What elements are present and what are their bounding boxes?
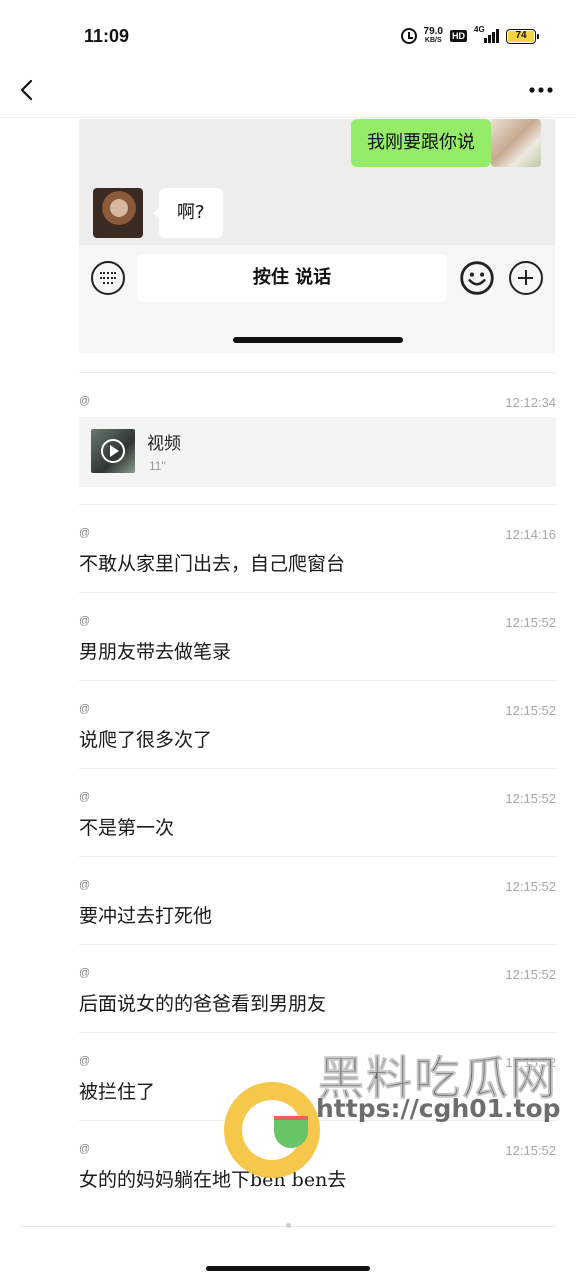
message-text: 女的的妈妈躺在地下ben ben去 <box>79 1169 347 1191</box>
signal-icon: 4G <box>474 25 499 43</box>
avatar <box>491 119 541 167</box>
plus-icon <box>509 261 543 295</box>
list-item: @ 12:14:16 不敢从家里门出去，自己爬窗台 <box>79 504 556 592</box>
timestamp: 12:15:52 <box>505 879 556 894</box>
embedded-chat-area: 我刚要跟你说 啊? <box>79 119 555 245</box>
watermark-logo <box>224 1082 320 1178</box>
more-dots-icon[interactable] <box>528 78 554 102</box>
play-icon[interactable] <box>101 439 125 463</box>
sender-label: @ <box>79 1143 91 1155</box>
watermark-url: https://cgh01.top <box>316 1094 561 1123</box>
sender-label: @ <box>79 879 91 891</box>
outgoing-message-bubble: 我刚要跟你说 <box>351 119 497 167</box>
alarm-icon <box>400 28 417 44</box>
timestamp: 12:15:52 <box>505 615 556 630</box>
timestamp: 12:15:52 <box>505 791 556 806</box>
sender-label: @ <box>79 1055 91 1067</box>
list-item: @ 12:15:52 后面说女的的爸爸看到男朋友 <box>79 944 556 1032</box>
list-item: @ 12:15:52 要冲过去打死他 <box>79 856 556 944</box>
video-thumbnail[interactable] <box>91 429 135 473</box>
sender-label: @ <box>79 791 91 803</box>
message-text: 说爬了很多次了 <box>79 729 213 751</box>
record-item-video: @ 12:12:34 视频 11" <box>79 372 556 504</box>
status-bar: 11:09 79.0 KB/S HD 4G 74 <box>0 0 576 72</box>
battery-icon: 74 <box>506 28 539 44</box>
timestamp: 12:15:52 <box>505 703 556 718</box>
network-type: 4G <box>474 25 485 34</box>
chevron-left-icon[interactable] <box>16 78 40 102</box>
sender-label: @ <box>79 703 91 715</box>
sender-label: @ <box>79 395 91 407</box>
list-item: @ 12:15:52 不是第一次 <box>79 768 556 856</box>
embedded-chat-screenshot[interactable]: 我刚要跟你说 啊? 按住 说话 <box>79 119 555 353</box>
battery-level: 74 <box>508 30 534 42</box>
incoming-message-bubble: 啊? <box>153 188 223 238</box>
message-text: 被拦住了 <box>79 1081 156 1103</box>
clock-time: 11:09 <box>84 26 130 46</box>
video-card[interactable]: 视频 11" <box>79 417 556 487</box>
network-speed-unit: KB/S <box>424 37 442 44</box>
timestamp: 12:15:52 <box>505 1143 556 1158</box>
video-duration: 11" <box>149 459 166 473</box>
message-text: 要冲过去打死他 <box>79 905 213 927</box>
video-title: 视频 <box>147 434 181 454</box>
list-item: @ 12:15:52 男朋友带去做笔录 <box>79 592 556 680</box>
sender-label: @ <box>79 967 91 979</box>
message-text: 不是第一次 <box>79 817 175 839</box>
timestamp: 12:14:16 <box>505 527 556 542</box>
embedded-input-bar: 按住 说话 <box>79 245 555 353</box>
sender-label: @ <box>79 615 91 627</box>
network-speed: 79.0 KB/S <box>424 27 443 45</box>
home-indicator <box>233 337 403 343</box>
avatar <box>93 188 143 238</box>
timestamp: 12:12:34 <box>505 395 556 410</box>
gesture-bar[interactable] <box>206 1266 370 1271</box>
hold-to-talk-button: 按住 说话 <box>137 254 447 302</box>
footer-dot <box>286 1223 291 1228</box>
timestamp: 12:15:52 <box>505 967 556 982</box>
message-text: 男朋友带去做笔录 <box>79 641 232 663</box>
status-icons: 79.0 KB/S HD 4G 74 <box>400 25 539 45</box>
nav-bar <box>0 72 576 118</box>
sender-label: @ <box>79 527 91 539</box>
message-text: 不敢从家里门出去，自己爬窗台 <box>79 553 346 575</box>
keyboard-icon <box>91 261 125 295</box>
message-text: 后面说女的的爸爸看到男朋友 <box>79 993 327 1015</box>
hd-badge: HD <box>450 30 467 42</box>
list-item: @ 12:15:52 说爬了很多次了 <box>79 680 556 768</box>
emoji-icon <box>460 261 494 295</box>
